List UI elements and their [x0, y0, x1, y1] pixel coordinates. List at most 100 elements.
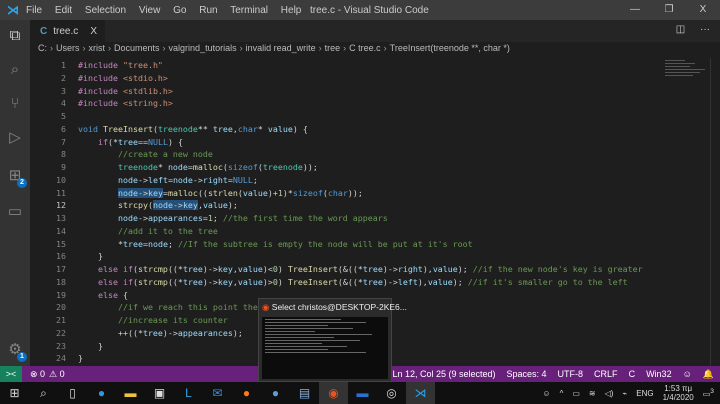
code-line[interactable]: }: [78, 341, 103, 351]
breadcrumb-item[interactable]: Users: [56, 43, 80, 53]
breadcrumb-item[interactable]: TreeInsert(treenode **, char *): [390, 43, 510, 53]
battery-icon[interactable]: ▭: [572, 389, 580, 398]
end-of-line[interactable]: CRLF: [594, 366, 618, 382]
breadcrumb-item[interactable]: valgrind_tutorials: [169, 43, 237, 53]
code-line[interactable]: if(*tree==NULL) {: [78, 137, 183, 147]
terminal-preview-thumbnail[interactable]: ◉ Select christos@DESKTOP-2KE6...: [258, 298, 407, 382]
menu-help[interactable]: Help: [281, 5, 302, 16]
code-line[interactable]: treenode* node=malloc(sizeof(treenode));: [78, 162, 318, 172]
code-line[interactable]: else if(strcmp((*tree)->key,value)<0) Tr…: [78, 264, 643, 274]
run-debug-icon[interactable]: ▷: [5, 128, 25, 148]
extensions-icon[interactable]: ⊞ 2: [5, 166, 27, 188]
close-button[interactable]: X: [686, 0, 720, 20]
wifi-icon[interactable]: ≋: [589, 389, 596, 398]
menu-go[interactable]: Go: [173, 5, 186, 16]
encoding[interactable]: UTF-8: [558, 366, 584, 382]
app-l-icon[interactable]: L: [174, 382, 203, 404]
menu-terminal[interactable]: Terminal: [230, 5, 268, 16]
notification-center-icon[interactable]: ▭3: [703, 388, 714, 399]
task-view-icon[interactable]: ▯: [58, 382, 87, 404]
warnings-count[interactable]: ⚠ 0: [49, 369, 65, 380]
indentation[interactable]: Spaces: 4: [507, 366, 547, 382]
cursor-position[interactable]: Ln 12, Col 25 (9 selected): [392, 366, 495, 382]
people-icon[interactable]: ☺: [542, 389, 550, 398]
code-line[interactable]: else {: [78, 290, 128, 300]
tab-tree-c[interactable]: C tree.c X: [30, 20, 105, 42]
menu-file[interactable]: File: [26, 5, 42, 16]
menu-edit[interactable]: Edit: [55, 5, 72, 16]
code-line[interactable]: void TreeInsert(treenode** tree,char* va…: [78, 124, 308, 134]
start-icon[interactable]: ⊞: [0, 382, 29, 404]
breadcrumb-item[interactable]: C tree.c: [349, 43, 381, 53]
code-line[interactable]: //create a new node: [78, 149, 213, 159]
breadcrumb-item[interactable]: invalid read_write: [246, 43, 316, 53]
volume-icon[interactable]: ◁): [605, 389, 614, 398]
notifications-bell-icon[interactable]: 🔔: [703, 366, 714, 382]
code-token: tree: [212, 123, 233, 134]
search-icon[interactable]: ⌕: [5, 60, 25, 80]
store-icon[interactable]: ▣: [145, 382, 174, 404]
breadcrumb-item[interactable]: tree: [325, 43, 341, 53]
more-actions-icon[interactable]: ···: [700, 24, 710, 35]
feedback-icon[interactable]: ☺: [683, 366, 692, 382]
platform[interactable]: Win32: [646, 366, 672, 382]
code-line[interactable]: }: [78, 353, 83, 363]
menu-run[interactable]: Run: [199, 5, 217, 16]
minimize-button[interactable]: —: [618, 0, 652, 20]
code-line[interactable]: node->appearances=1; //the first time th…: [78, 213, 388, 223]
obs-icon[interactable]: ◎: [377, 382, 406, 404]
errors-count[interactable]: ⊗ 0: [30, 369, 45, 380]
code-line[interactable]: *tree=node; //If the subtree is empty th…: [78, 239, 473, 249]
vscode-taskbar-icon[interactable]: ⋊: [406, 382, 435, 404]
network-icon[interactable]: ⌁: [622, 389, 627, 398]
breadcrumb-item[interactable]: C:: [38, 43, 47, 53]
code-token: )->: [162, 327, 178, 338]
language-indicator[interactable]: ENG: [636, 389, 653, 398]
file-explorer-icon[interactable]: ▬: [116, 382, 145, 404]
code-line[interactable]: #include <stdlib.h>: [78, 86, 173, 96]
code-line[interactable]: strcpy(node->key,value);: [78, 200, 238, 211]
code-line[interactable]: else if(strcmp((*tree)->key,value)>0) Tr…: [78, 277, 628, 287]
menu-view[interactable]: View: [139, 5, 161, 16]
language-mode[interactable]: C: [629, 366, 636, 382]
firefox-icon[interactable]: ●: [232, 382, 261, 404]
breadcrumb-item[interactable]: xrist: [89, 43, 106, 53]
thunderbird-icon[interactable]: ●: [261, 382, 290, 404]
code-line[interactable]: }: [78, 251, 103, 261]
search-icon[interactable]: ⌕: [29, 382, 58, 404]
code-line[interactable]: #include <string.h>: [78, 98, 173, 108]
source-control-icon[interactable]: ⑂: [5, 94, 25, 114]
explorer-icon[interactable]: ⧉: [5, 26, 25, 46]
line-number: 2: [61, 72, 66, 83]
code-line[interactable]: //increase its counter: [78, 315, 228, 325]
line-number: 16: [56, 251, 66, 262]
edge-icon[interactable]: ●: [87, 382, 116, 404]
ubuntu-icon[interactable]: ◉: [319, 382, 348, 404]
minimap[interactable]: [665, 58, 710, 98]
code-line[interactable]: node->left=node->right=NULL;: [78, 175, 258, 185]
chart-app-icon[interactable]: ▬: [348, 382, 377, 404]
menu-selection[interactable]: Selection: [85, 5, 126, 16]
code-line[interactable]: #include "tree.h": [78, 60, 163, 70]
remote-indicator[interactable]: ><: [0, 366, 22, 382]
show-hidden-icons[interactable]: ^: [560, 389, 564, 398]
restore-button[interactable]: ❐: [652, 0, 686, 20]
breadcrumb-item[interactable]: Documents: [114, 43, 160, 53]
remote-explorer-icon[interactable]: ▭: [5, 202, 25, 222]
split-editor-icon[interactable]: ◫: [676, 24, 685, 35]
window-title: tree.c - Visual Studio Code: [310, 4, 429, 16]
vertical-scrollbar[interactable]: [710, 58, 720, 366]
code-line[interactable]: //if we reach this point the: [78, 302, 258, 312]
code-token: node: [172, 174, 193, 185]
code-line[interactable]: node->key=malloc((strlen(value)+1)*sizeo…: [78, 187, 363, 198]
mail-icon[interactable]: ✉: [203, 382, 232, 404]
code-line[interactable]: #include <stdio.h>: [78, 73, 168, 83]
clock[interactable]: 1:53 πμ 1/4/2020: [663, 384, 694, 402]
notepad-icon[interactable]: ▤: [290, 382, 319, 404]
tab-close-icon[interactable]: X: [90, 26, 97, 37]
code-line[interactable]: //add it to the tree: [78, 226, 218, 236]
code-line[interactable]: ++((*tree)->appearances);: [78, 328, 243, 338]
settings-gear-icon[interactable]: ⚙ 1: [5, 340, 27, 362]
